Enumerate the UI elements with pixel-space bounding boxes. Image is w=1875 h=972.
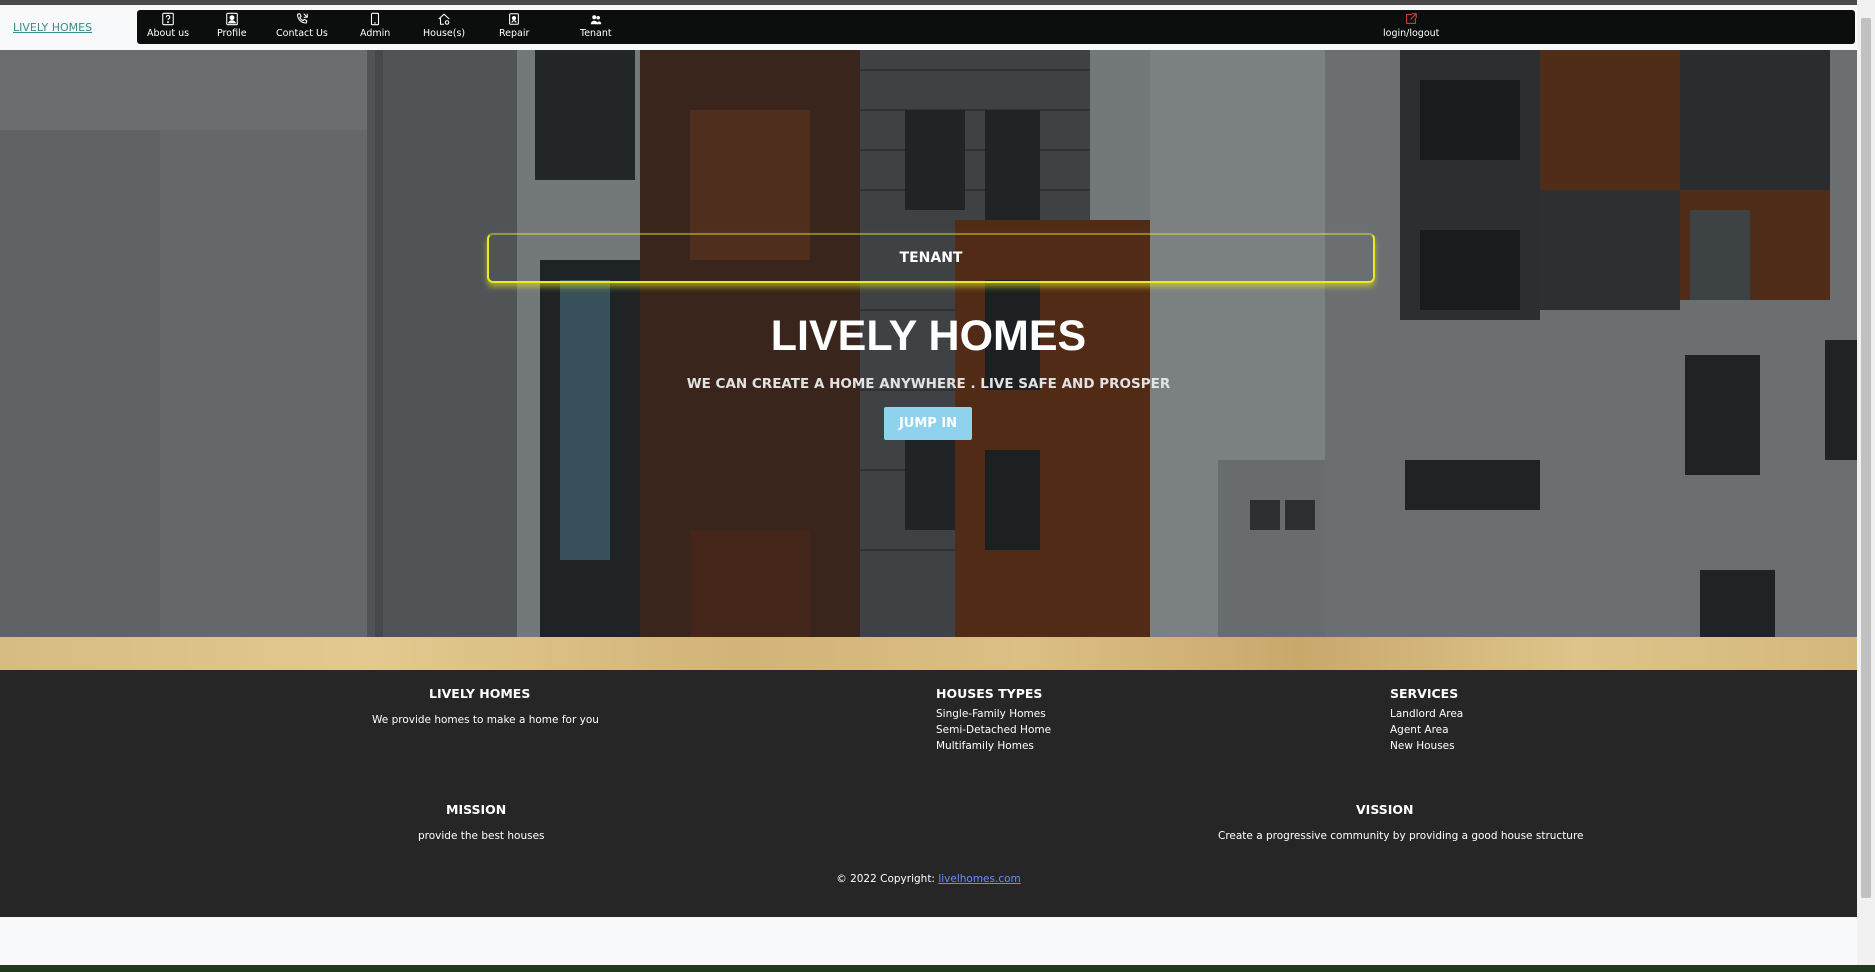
nav-item-label: login/logout — [1383, 28, 1440, 39]
person-square-icon — [225, 12, 238, 26]
tenant-badge-label: TENANT — [899, 250, 963, 266]
nav-item-profile[interactable]: Profile — [217, 12, 247, 39]
question-square-icon — [162, 12, 174, 26]
phone-icon — [297, 13, 308, 24]
footer-link-single-family[interactable]: Single-Family Homes — [936, 706, 1051, 722]
nav-item-houses[interactable]: House(s) — [423, 12, 465, 39]
nav-item-label: Contact Us — [276, 28, 328, 39]
nav-item-about-us[interactable]: About us — [147, 12, 189, 39]
jump-in-button[interactable]: JUMP IN — [884, 407, 972, 440]
nav-item-label: Repair — [499, 28, 530, 39]
footer-about-text: We provide homes to make a home for you — [372, 714, 599, 726]
copyright-link[interactable]: livelhomes.com — [938, 873, 1020, 885]
footer-house-types-list: Single-Family Homes Semi-Detached Home M… — [936, 706, 1051, 754]
footer-services-list: Landlord Area Agent Area New Houses — [1390, 706, 1463, 754]
nav-item-label: House(s) — [423, 28, 466, 39]
footer-link-landlord-area[interactable]: Landlord Area — [1390, 706, 1463, 722]
nav-item-label: Tenant — [580, 28, 612, 39]
scrollbar-thumb[interactable] — [1861, 18, 1871, 898]
vertical-scrollbar[interactable] — [1857, 0, 1875, 972]
footer-link-new-houses[interactable]: New Houses — [1390, 738, 1463, 754]
nav-item-label: Admin — [360, 28, 391, 39]
nav-item-contact-us[interactable]: Contact Us — [276, 12, 328, 39]
person-badge-icon — [509, 13, 520, 25]
hero-section: TENANT LIVELY HOMES WE CAN CREATE A HOME… — [0, 50, 1857, 637]
hero-subtitle: WE CAN CREATE A HOME ANYWHERE . LIVE SAF… — [686, 376, 1171, 392]
nav-item-label: Profile — [217, 28, 247, 39]
tenant-badge: TENANT — [487, 233, 1375, 283]
footer-vision-heading: VISSION — [1356, 802, 1414, 817]
footer-link-agent-area[interactable]: Agent Area — [1390, 722, 1463, 738]
box-arrow-up-right-icon — [1406, 13, 1417, 24]
tablet-icon — [371, 12, 380, 26]
footer-vision-text: Create a progressive community by provid… — [1218, 830, 1584, 842]
footer-link-multifamily[interactable]: Multifamily Homes — [936, 738, 1051, 754]
bottom-edge-strip — [0, 965, 1875, 972]
house-gear-icon — [438, 13, 450, 25]
footer-about-heading: LIVELY HOMES — [429, 686, 531, 701]
copyright: © 2022 Copyright: livelhomes.com — [0, 873, 1857, 885]
nav-item-label: About us — [147, 28, 190, 39]
nav-item-login-logout[interactable]: login/logout — [1383, 12, 1439, 39]
footer: LIVELY HOMES We provide homes to make a … — [0, 670, 1857, 917]
nav-item-tenant[interactable]: Tenant — [580, 12, 612, 39]
footer-mission-heading: MISSION — [446, 802, 507, 817]
footer-link-semi-detached[interactable]: Semi-Detached Home — [936, 722, 1051, 738]
wood-texture-strip — [0, 637, 1857, 670]
brand-link[interactable]: LIVELY HOMES — [13, 21, 92, 34]
hero-title: LIVELY HOMES — [770, 312, 1087, 360]
footer-mission-text: provide the best houses — [418, 830, 545, 842]
nav-item-repair[interactable]: Repair — [499, 12, 529, 39]
browser-top-border — [0, 0, 1875, 5]
footer-house-types-heading: HOUSES TYPES — [936, 686, 1043, 701]
nav-item-admin[interactable]: Admin — [360, 12, 390, 39]
footer-services-heading: SERVICES — [1390, 686, 1459, 701]
copyright-text: © 2022 Copyright: — [836, 873, 939, 885]
navbar: About us Profile Contact Us Admin House(… — [137, 10, 1855, 44]
people-icon — [590, 15, 602, 25]
